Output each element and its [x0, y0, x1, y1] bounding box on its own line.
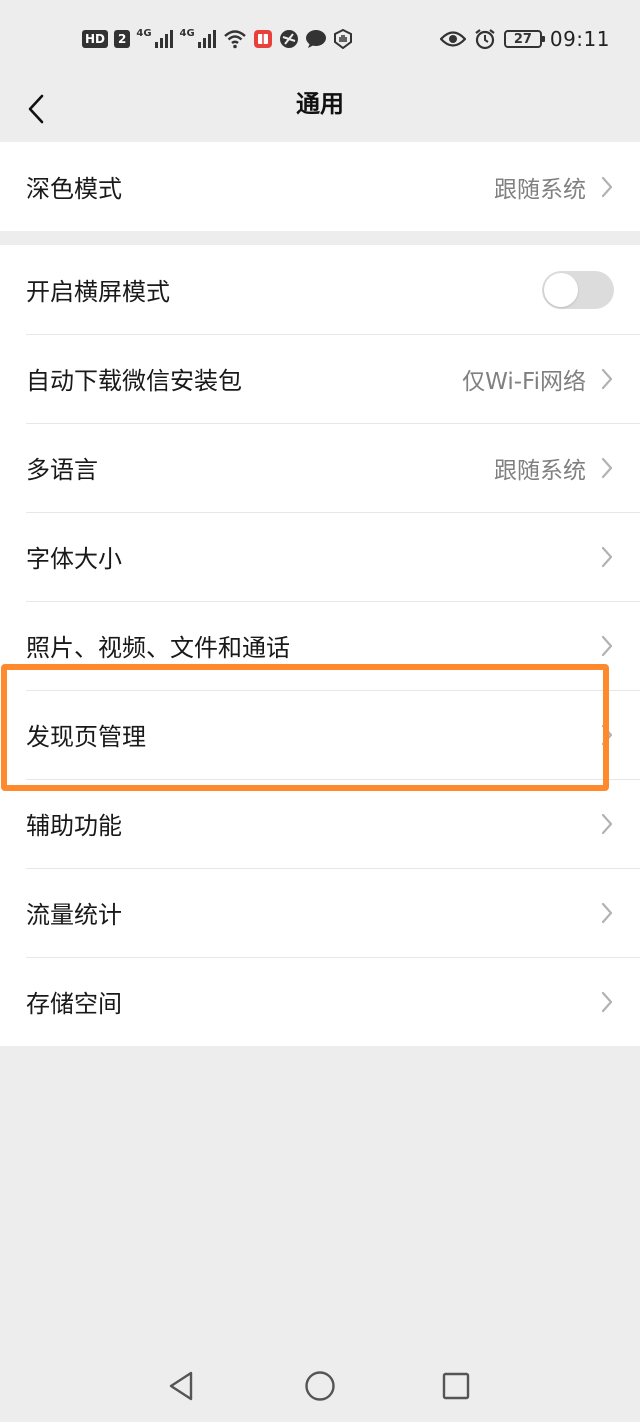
signal-icon	[154, 30, 173, 48]
row-label: 字体大小	[26, 545, 122, 573]
system-recent-button[interactable]	[436, 1366, 476, 1406]
row-value: 仅Wi-Fi网络	[462, 368, 586, 395]
settings-row-auto-download[interactable]: 自动下载微信安装包 仅Wi-Fi网络	[0, 334, 640, 423]
settings-group-general: 开启横屏模式 自动下载微信安装包 仅Wi-Fi网络 多语言 跟随系统 字体大小 …	[0, 245, 640, 1046]
chevron-right-icon	[600, 991, 614, 1013]
row-label: 流量统计	[26, 901, 122, 929]
book-app-icon	[253, 30, 272, 48]
settings-row-storage[interactable]: 存储空间	[0, 957, 640, 1046]
system-navigation-bar	[0, 1350, 640, 1422]
eye-icon	[439, 31, 466, 47]
row-value: 跟随系统	[494, 176, 586, 203]
top-nav-bar: 通用	[0, 78, 640, 140]
settings-row-discover-management[interactable]: 发现页管理	[0, 690, 640, 779]
row-label: 照片、视频、文件和通话	[26, 634, 290, 662]
status-bar-right: 27 09:11	[439, 26, 610, 52]
chevron-right-icon	[600, 724, 614, 746]
sim-badge: 2	[114, 30, 131, 48]
chevron-right-icon	[600, 902, 614, 924]
row-label: 多语言	[26, 456, 98, 484]
chevron-right-icon	[600, 176, 614, 198]
settings-row-language[interactable]: 多语言 跟随系统	[0, 423, 640, 512]
row-label: 自动下载微信安装包	[26, 367, 242, 395]
square-recent-icon	[442, 1372, 470, 1400]
row-label: 发现页管理	[26, 723, 146, 751]
status-bar-left: HD 2 4G 4G	[82, 26, 353, 52]
status-bar: HD 2 4G 4G 27 09:11	[0, 0, 640, 78]
chevron-right-icon	[600, 635, 614, 657]
system-back-button[interactable]	[162, 1366, 202, 1406]
settings-row-media[interactable]: 照片、视频、文件和通话	[0, 601, 640, 690]
toggle-knob	[544, 272, 578, 307]
browser-app-icon	[279, 30, 298, 48]
signal-2-label: 4G	[179, 27, 195, 39]
row-label: 深色模式	[26, 175, 122, 203]
settings-row-landscape[interactable]: 开启横屏模式	[0, 245, 640, 334]
wifi-icon	[223, 30, 246, 49]
hd-badge: HD	[82, 30, 109, 48]
chat-bubble-icon	[305, 30, 326, 48]
row-label: 开启横屏模式	[26, 278, 170, 306]
chevron-right-icon	[600, 368, 614, 390]
circle-home-icon	[305, 1371, 335, 1401]
page-title: 通用	[296, 90, 344, 118]
landscape-toggle[interactable]	[542, 270, 614, 309]
settings-group-display: 深色模式 跟随系统	[0, 142, 640, 231]
settings-row-font-size[interactable]: 字体大小	[0, 512, 640, 601]
settings-row-data-usage[interactable]: 流量统计	[0, 868, 640, 957]
clock: 09:11	[549, 27, 610, 51]
triangle-back-icon	[169, 1371, 193, 1401]
alarm-icon	[475, 29, 495, 50]
settings-row-accessibility[interactable]: 辅助功能	[0, 779, 640, 868]
battery-indicator: 27	[503, 30, 545, 48]
chevron-right-icon	[600, 546, 614, 568]
signal-1-label: 4G	[136, 27, 152, 39]
hand-shield-icon	[333, 29, 352, 49]
chevron-right-icon	[600, 457, 614, 479]
chevron-right-icon	[600, 813, 614, 835]
signal-icon-2	[197, 30, 216, 48]
row-label: 辅助功能	[26, 812, 122, 840]
row-label: 存储空间	[26, 990, 122, 1018]
settings-row-dark-mode[interactable]: 深色模式 跟随系统	[0, 142, 640, 231]
row-value: 跟随系统	[494, 457, 586, 484]
system-home-button[interactable]	[300, 1366, 340, 1406]
